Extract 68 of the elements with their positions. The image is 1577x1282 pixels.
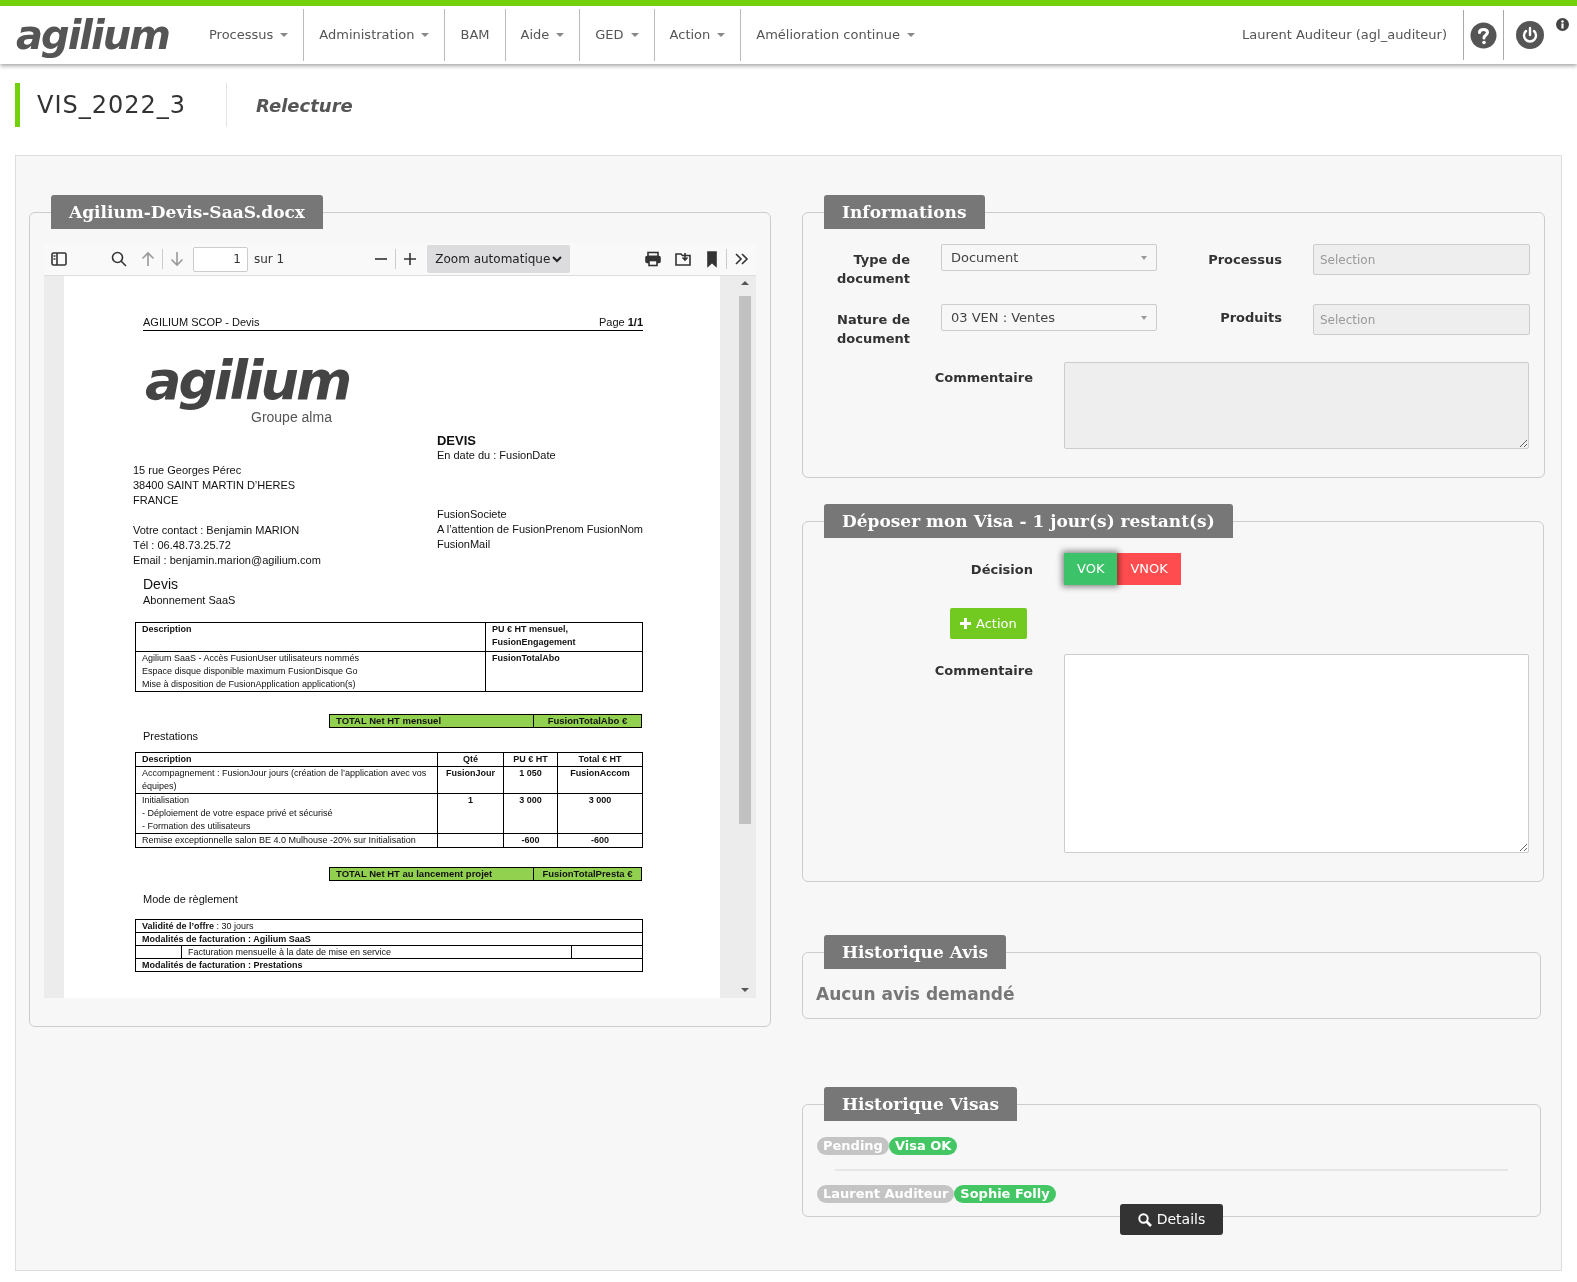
status-badge: Sophie Folly xyxy=(954,1185,1056,1203)
status-badge: Laurent Auditeur xyxy=(817,1185,955,1203)
nav-menu-item[interactable]: BAM xyxy=(445,9,506,61)
section-title: Informations xyxy=(824,195,985,229)
nav-menu-item[interactable]: Administration xyxy=(304,9,446,61)
folder-download-icon[interactable] xyxy=(674,250,692,268)
document-header: AGILIUM SCOP - Devis xyxy=(143,316,260,329)
details-button[interactable]: Details xyxy=(1120,1204,1223,1235)
nav-menu-item[interactable]: Processus xyxy=(194,9,305,61)
up-arrow-icon[interactable] xyxy=(139,250,157,268)
caret-icon xyxy=(1141,255,1147,260)
page-indicator: Page 1/1 xyxy=(598,316,643,329)
status-badge: Visa OK xyxy=(888,1137,958,1155)
search-icon xyxy=(1137,1212,1152,1227)
payment-table: Validité de l’offre : 30 jours Modalités de facturation : Agilium SaaS Facturation mensuelle à la date de mise en service Modalités de facturation : Prestations xyxy=(135,919,643,972)
field-label: Processus xyxy=(1207,251,1282,269)
scroll-up-icon[interactable] xyxy=(741,280,749,286)
field-label: Commentaire xyxy=(933,369,1033,387)
subscription-table: Description PU € HT mensuel, FusionEngagement Agilium SaaS - Accès FusionUser utilisateurs nommés Espace disque disponible maximum FusionDisque Go Mise à disposition de FusionApplication application(s) FusionTotalAbo xyxy=(135,622,643,692)
document-logo: agilium xyxy=(145,353,351,409)
contact-details: Votre contact : Benjamin MARION Tél : 06.48.73.25.72 Email : benjamin.marion@agilium.com xyxy=(133,523,322,568)
logo-subtitle: Groupe alma xyxy=(251,409,332,425)
page-title: VIS_2022_3 xyxy=(37,90,187,121)
search-icon[interactable] xyxy=(110,250,128,268)
zoom-select[interactable]: Zoom automatique xyxy=(427,245,571,273)
document-type: DEVIS xyxy=(436,433,477,448)
nav-menu-item[interactable]: Aide xyxy=(505,9,581,61)
nav-menu-item[interactable]: Amélioration continue xyxy=(741,9,930,61)
empty-message: Aucun avis demandé xyxy=(816,984,1016,1004)
company-address: 15 rue Georges Pérec 38400 SAINT MARTIN D’HERES FRANCE xyxy=(133,463,297,508)
page-number-field[interactable]: 1 xyxy=(193,246,248,272)
help-icon[interactable] xyxy=(1470,21,1497,49)
field-label: Type de document xyxy=(835,251,910,288)
total-bar: TOTAL Net HT mensuel FusionTotalAbo € xyxy=(329,714,642,728)
chevron-down-icon xyxy=(552,255,563,263)
section-heading: Devis xyxy=(143,576,179,593)
printer-icon[interactable] xyxy=(644,250,662,268)
dropdown[interactable]: 03 VEN : Ventes xyxy=(941,304,1157,331)
subsection-heading: Abonnement SaaS xyxy=(143,593,237,608)
down-arrow-icon[interactable] xyxy=(168,250,186,268)
section-title: Déposer mon Visa - 1 jour(s) restant(s) xyxy=(824,504,1233,538)
plus-icon xyxy=(960,618,971,629)
section-title: Historique Avis xyxy=(824,935,1007,969)
field-label: Nature de document xyxy=(835,311,910,348)
power-icon[interactable] xyxy=(1516,21,1544,49)
user-name: Laurent Auditeur (agl_auditeur) xyxy=(1242,26,1448,45)
field-label: Décision xyxy=(969,560,1033,579)
field-label: Commentaire xyxy=(933,662,1033,680)
nav-menu-item[interactable]: GED xyxy=(580,9,655,61)
status-badge: Pending xyxy=(817,1137,889,1155)
subsection-heading: Prestations xyxy=(143,729,200,744)
document-date: En date du : FusionDate xyxy=(436,448,557,463)
info-icon[interactable] xyxy=(1556,18,1569,31)
subsection-heading: Mode de règlement xyxy=(143,892,239,907)
comment-field[interactable] xyxy=(1064,654,1529,853)
field-label: Produits xyxy=(1219,309,1282,327)
step-title: Relecture xyxy=(255,93,353,118)
total-bar: TOTAL Net HT au lancement projet FusionTotalPresta € xyxy=(329,867,642,881)
section-title: Historique Visas xyxy=(824,1087,1018,1121)
page-count: sur 1 xyxy=(254,251,285,268)
nav-menu-item[interactable]: Action xyxy=(654,9,742,61)
section-title: Agilium-Devis-SaaS.docx xyxy=(51,195,323,229)
sidebar-toggle-icon[interactable] xyxy=(50,250,68,268)
caret-icon xyxy=(1141,315,1147,320)
dropdown[interactable]: Document xyxy=(941,244,1157,271)
scroll-down-icon[interactable] xyxy=(741,987,749,993)
services-table: Description Qté PU € HT Total € HT Accompagnement : FusionJour jours (création de l’application avec vos équipes) FusionJour 1 050 FusionAccom Initialisation - Déploiement de votre espace privé et sécurisé - Formation des utilisateurs 1 3 000 3 000 Remise exceptionnelle salon BE 4.0 Mulhouse -20% sur Initialisation -600 -600 xyxy=(135,752,643,848)
recipient-details: FusionSociete A l’attention de FusionPrenom FusionNom FusionMail xyxy=(436,507,643,552)
